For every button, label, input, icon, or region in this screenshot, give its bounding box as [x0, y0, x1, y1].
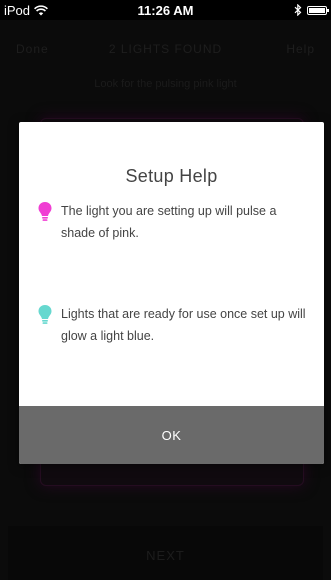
- screen: iPod 11:26 AM Done 2 LIGHTS FOUND Help L…: [0, 0, 331, 580]
- help-text-pink: The light you are setting up will pulse …: [61, 204, 277, 240]
- status-left: iPod: [4, 3, 48, 18]
- status-time: 11:26 AM: [137, 2, 194, 18]
- help-text-blue: Lights that are ready for use once set u…: [61, 307, 306, 343]
- status-bar: iPod 11:26 AM: [0, 0, 331, 20]
- device-name: iPod: [4, 2, 31, 18]
- dialog-title: Setup Help: [125, 166, 218, 186]
- status-right: [294, 4, 329, 16]
- blue-bulb-icon: [38, 305, 52, 324]
- help-item-pink: The light you are setting up will pulse …: [37, 200, 308, 244]
- setup-help-dialog: Setup Help The light you are setting up …: [19, 122, 324, 464]
- pink-bulb-icon: [38, 202, 52, 221]
- bluetooth-icon: [294, 4, 302, 16]
- battery-icon: [307, 5, 329, 15]
- ok-button[interactable]: OK: [19, 406, 324, 464]
- wifi-icon: [34, 4, 48, 15]
- help-item-blue: Lights that are ready for use once set u…: [37, 303, 308, 347]
